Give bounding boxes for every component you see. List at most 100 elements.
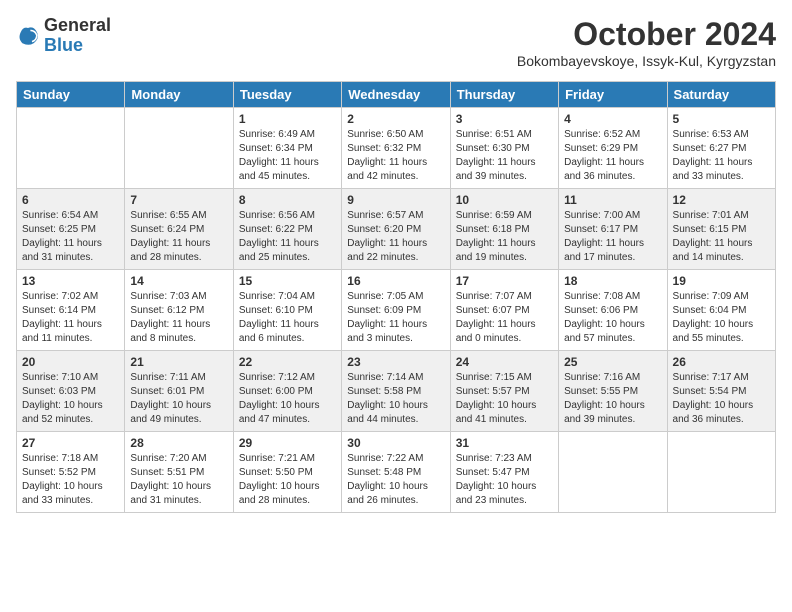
day-info: Sunrise: 6:53 AM Sunset: 6:27 PM Dayligh… bbox=[673, 128, 770, 184]
day-number: 8 bbox=[239, 193, 336, 207]
day-number: 3 bbox=[456, 112, 553, 126]
table-row: 9 Sunrise: 6:57 AM Sunset: 6:20 PM Daylig… bbox=[342, 189, 450, 270]
day-number: 18 bbox=[564, 274, 661, 288]
day-info: Sunrise: 7:11 AM Sunset: 6:01 PM Dayligh… bbox=[130, 371, 227, 427]
table-row: 13Sunrise: 7:02 AM Sunset: 6:14 PM Dayli… bbox=[17, 270, 125, 351]
day-number: 2 bbox=[347, 112, 444, 126]
table-row: 14 Sunrise: 7:03 AM Sunset: 6:12 PM Dayli… bbox=[125, 270, 233, 351]
day-info: Sunrise: 7:15 AM Sunset: 5:57 PM Dayligh… bbox=[456, 371, 553, 427]
day-number: 28 bbox=[130, 436, 227, 450]
day-number: 17 bbox=[456, 274, 553, 288]
table-row: 10 Sunrise: 6:59 AM Sunset: 6:18 PM Dayli… bbox=[450, 189, 558, 270]
calendar-week-row: 27 Sunrise: 7:18 AM Sunset: 5:52 PM Dayli… bbox=[17, 432, 776, 513]
day-info: Sunrise: 7:07 AM Sunset: 6:07 PM Dayligh… bbox=[456, 290, 553, 346]
day-info: Sunrise: 7:03 AM Sunset: 6:12 PM Dayligh… bbox=[130, 290, 227, 346]
day-info: Sunrise: 7:22 AM Sunset: 5:48 PM Dayligh… bbox=[347, 452, 444, 508]
table-row: 18 Sunrise: 7:08 AM Sunset: 6:06 PM Dayli… bbox=[559, 270, 667, 351]
table-row bbox=[667, 432, 775, 513]
table-row: 11 Sunrise: 7:00 AM Sunset: 6:17 PM Dayli… bbox=[559, 189, 667, 270]
header: General Blue October 2024 Bokombayevskoy… bbox=[16, 16, 776, 69]
day-info: Sunrise: 6:51 AM Sunset: 6:30 PM Dayligh… bbox=[456, 128, 553, 184]
day-number: 11 bbox=[564, 193, 661, 207]
day-info: Sunrise: 7:01 AM Sunset: 6:15 PM Dayligh… bbox=[673, 209, 770, 265]
col-monday: Monday bbox=[125, 82, 233, 108]
day-number: 4 bbox=[564, 112, 661, 126]
logo: General Blue bbox=[16, 16, 111, 56]
day-info: Sunrise: 7:20 AM Sunset: 5:51 PM Dayligh… bbox=[130, 452, 227, 508]
day-info: Sunrise: 7:17 AM Sunset: 5:54 PM Dayligh… bbox=[673, 371, 770, 427]
day-number: 31 bbox=[456, 436, 553, 450]
table-row: 23 Sunrise: 7:14 AM Sunset: 5:58 PM Dayli… bbox=[342, 351, 450, 432]
table-row: 17 Sunrise: 7:07 AM Sunset: 6:07 PM Dayli… bbox=[450, 270, 558, 351]
day-number: 21 bbox=[130, 355, 227, 369]
day-info: Sunrise: 6:49 AM Sunset: 6:34 PM Dayligh… bbox=[239, 128, 336, 184]
calendar-week-row: 13Sunrise: 7:02 AM Sunset: 6:14 PM Dayli… bbox=[17, 270, 776, 351]
table-row bbox=[17, 108, 125, 189]
location-title: Bokombayevskoye, Issyk-Kul, Kyrgyzstan bbox=[517, 53, 776, 69]
logo-blue-text: Blue bbox=[44, 36, 111, 56]
day-info: Sunrise: 7:12 AM Sunset: 6:00 PM Dayligh… bbox=[239, 371, 336, 427]
day-number: 23 bbox=[347, 355, 444, 369]
day-info: Sunrise: 6:59 AM Sunset: 6:18 PM Dayligh… bbox=[456, 209, 553, 265]
day-info: Sunrise: 7:08 AM Sunset: 6:06 PM Dayligh… bbox=[564, 290, 661, 346]
day-info: Sunrise: 7:09 AM Sunset: 6:04 PM Dayligh… bbox=[673, 290, 770, 346]
day-number: 22 bbox=[239, 355, 336, 369]
table-row: 21 Sunrise: 7:11 AM Sunset: 6:01 PM Dayli… bbox=[125, 351, 233, 432]
day-info: Sunrise: 7:16 AM Sunset: 5:55 PM Dayligh… bbox=[564, 371, 661, 427]
table-row: 4 Sunrise: 6:52 AM Sunset: 6:29 PM Daylig… bbox=[559, 108, 667, 189]
table-row: 7Sunrise: 6:55 AM Sunset: 6:24 PM Daylig… bbox=[125, 189, 233, 270]
day-info: Sunrise: 7:14 AM Sunset: 5:58 PM Dayligh… bbox=[347, 371, 444, 427]
day-number: 6 bbox=[22, 193, 119, 207]
table-row: 24Sunrise: 7:15 AM Sunset: 5:57 PM Dayli… bbox=[450, 351, 558, 432]
day-info: Sunrise: 7:00 AM Sunset: 6:17 PM Dayligh… bbox=[564, 209, 661, 265]
table-row: 16 Sunrise: 7:05 AM Sunset: 6:09 PM Dayli… bbox=[342, 270, 450, 351]
day-info: Sunrise: 6:50 AM Sunset: 6:32 PM Dayligh… bbox=[347, 128, 444, 184]
calendar-week-row: 20Sunrise: 7:10 AM Sunset: 6:03 PM Dayli… bbox=[17, 351, 776, 432]
day-info: Sunrise: 6:56 AM Sunset: 6:22 PM Dayligh… bbox=[239, 209, 336, 265]
table-row: 19Sunrise: 7:09 AM Sunset: 6:04 PM Dayli… bbox=[667, 270, 775, 351]
day-number: 9 bbox=[347, 193, 444, 207]
logo-text: General Blue bbox=[44, 16, 111, 56]
calendar-week-row: 6 Sunrise: 6:54 AM Sunset: 6:25 PM Daylig… bbox=[17, 189, 776, 270]
day-number: 30 bbox=[347, 436, 444, 450]
day-info: Sunrise: 6:54 AM Sunset: 6:25 PM Dayligh… bbox=[22, 209, 119, 265]
month-title: October 2024 bbox=[517, 16, 776, 53]
table-row: 25 Sunrise: 7:16 AM Sunset: 5:55 PM Dayli… bbox=[559, 351, 667, 432]
day-number: 15 bbox=[239, 274, 336, 288]
calendar-header-row: Sunday Monday Tuesday Wednesday Thursday… bbox=[17, 82, 776, 108]
day-number: 26 bbox=[673, 355, 770, 369]
day-number: 10 bbox=[456, 193, 553, 207]
col-thursday: Thursday bbox=[450, 82, 558, 108]
page-container: General Blue October 2024 Bokombayevskoy… bbox=[0, 0, 792, 521]
col-saturday: Saturday bbox=[667, 82, 775, 108]
day-info: Sunrise: 7:05 AM Sunset: 6:09 PM Dayligh… bbox=[347, 290, 444, 346]
day-number: 14 bbox=[130, 274, 227, 288]
day-number: 13 bbox=[22, 274, 119, 288]
table-row: 20Sunrise: 7:10 AM Sunset: 6:03 PM Dayli… bbox=[17, 351, 125, 432]
day-info: Sunrise: 7:18 AM Sunset: 5:52 PM Dayligh… bbox=[22, 452, 119, 508]
logo-icon bbox=[16, 24, 40, 48]
day-number: 16 bbox=[347, 274, 444, 288]
day-number: 5 bbox=[673, 112, 770, 126]
day-number: 12 bbox=[673, 193, 770, 207]
calendar-week-row: 1Sunrise: 6:49 AM Sunset: 6:34 PM Daylig… bbox=[17, 108, 776, 189]
table-row: 2 Sunrise: 6:50 AM Sunset: 6:32 PM Daylig… bbox=[342, 108, 450, 189]
table-row: 6 Sunrise: 6:54 AM Sunset: 6:25 PM Daylig… bbox=[17, 189, 125, 270]
logo-general-text: General bbox=[44, 16, 111, 36]
day-number: 27 bbox=[22, 436, 119, 450]
day-info: Sunrise: 7:21 AM Sunset: 5:50 PM Dayligh… bbox=[239, 452, 336, 508]
col-tuesday: Tuesday bbox=[233, 82, 341, 108]
table-row: 30 Sunrise: 7:22 AM Sunset: 5:48 PM Dayli… bbox=[342, 432, 450, 513]
day-info: Sunrise: 7:04 AM Sunset: 6:10 PM Dayligh… bbox=[239, 290, 336, 346]
table-row: 12 Sunrise: 7:01 AM Sunset: 6:15 PM Dayli… bbox=[667, 189, 775, 270]
day-number: 29 bbox=[239, 436, 336, 450]
col-sunday: Sunday bbox=[17, 82, 125, 108]
table-row: 5 Sunrise: 6:53 AM Sunset: 6:27 PM Daylig… bbox=[667, 108, 775, 189]
day-number: 20 bbox=[22, 355, 119, 369]
day-info: Sunrise: 6:57 AM Sunset: 6:20 PM Dayligh… bbox=[347, 209, 444, 265]
table-row: 15 Sunrise: 7:04 AM Sunset: 6:10 PM Dayli… bbox=[233, 270, 341, 351]
day-info: Sunrise: 6:55 AM Sunset: 6:24 PM Dayligh… bbox=[130, 209, 227, 265]
day-number: 25 bbox=[564, 355, 661, 369]
day-info: Sunrise: 6:52 AM Sunset: 6:29 PM Dayligh… bbox=[564, 128, 661, 184]
table-row: 8 Sunrise: 6:56 AM Sunset: 6:22 PM Daylig… bbox=[233, 189, 341, 270]
